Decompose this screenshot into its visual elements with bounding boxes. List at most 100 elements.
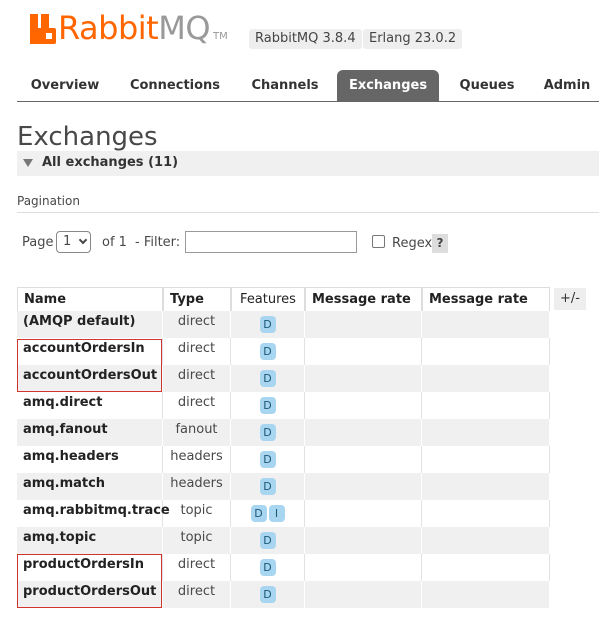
page-label: Page	[22, 235, 54, 250]
exchange-type: direct	[163, 338, 231, 365]
tab-exchanges[interactable]: Exchanges	[337, 70, 439, 102]
rate-out-cell	[422, 446, 550, 473]
rate-in-cell	[305, 392, 422, 419]
page-select[interactable]: 1	[56, 231, 91, 253]
exchange-features: D	[231, 311, 305, 338]
exchange-type: direct	[163, 581, 231, 608]
exchange-name-link[interactable]: amq.topic	[17, 527, 163, 554]
exchange-type: fanout	[163, 419, 231, 446]
rate-in-cell	[305, 311, 422, 338]
exchange-type: direct	[163, 392, 231, 419]
table-row[interactable]: amq.direct direct D	[17, 392, 550, 419]
rate-out-cell	[422, 581, 550, 608]
trademark-mark: TM	[213, 31, 228, 42]
regex-checkbox[interactable]	[372, 235, 385, 248]
highlight-box-product-orders	[17, 554, 162, 608]
durable-feature-badge: D	[259, 451, 276, 468]
all-exchanges-section-toggle[interactable]: All exchanges (11)	[17, 151, 599, 176]
durable-feature-badge: D	[259, 532, 276, 549]
rate-in-cell	[305, 527, 422, 554]
table-row[interactable]: amq.fanout fanout D	[17, 419, 550, 446]
durable-feature-badge: D	[259, 370, 276, 387]
exchange-features: D	[231, 338, 305, 365]
tab-overview[interactable]: Overview	[17, 70, 113, 102]
column-header-name[interactable]: Name	[17, 287, 163, 311]
tab-connections[interactable]: Connections	[117, 70, 233, 102]
exchange-features: D	[231, 446, 305, 473]
rate-in-cell	[305, 419, 422, 446]
header: RabbitMQ TM RabbitMQ 3.8.4 Erlang 23.0.2	[0, 0, 599, 60]
rate-in-cell	[305, 473, 422, 500]
exchange-name-link[interactable]: (AMQP default)	[17, 311, 163, 338]
durable-feature-badge: D	[259, 343, 276, 360]
durable-feature-badge: D	[259, 586, 276, 603]
exchange-features: D	[231, 581, 305, 608]
exchange-features: D	[231, 473, 305, 500]
exchange-type: topic	[163, 527, 231, 554]
exchange-name-link[interactable]: amq.direct	[17, 392, 163, 419]
exchange-type: topic	[163, 500, 231, 527]
column-header-type[interactable]: Type	[163, 287, 231, 311]
rate-in-cell	[305, 446, 422, 473]
column-header-rate-out: Message rate out	[422, 287, 550, 331]
rabbit-logo-icon	[30, 14, 56, 44]
column-header-rate-in: Message rate in	[305, 287, 422, 331]
exchange-name-link[interactable]: amq.match	[17, 473, 163, 500]
exchange-type: headers	[163, 446, 231, 473]
page-select-value: 1	[63, 234, 72, 249]
rate-out-cell	[422, 527, 550, 554]
rate-out-cell	[422, 419, 550, 446]
exchange-type: direct	[163, 365, 231, 392]
exchange-name-link[interactable]: amq.headers	[17, 446, 163, 473]
rate-in-cell	[305, 554, 422, 581]
rate-in-cell	[305, 500, 422, 527]
rate-in-cell	[305, 338, 422, 365]
durable-feature-badge: D	[250, 505, 267, 522]
rate-out-cell	[422, 473, 550, 500]
table-row[interactable]: amq.topic topic D	[17, 527, 550, 554]
page-count-label: of 1	[102, 235, 127, 250]
filter-input[interactable]	[185, 231, 357, 253]
rate-in-cell	[305, 365, 422, 392]
durable-feature-badge: D	[259, 397, 276, 414]
exchange-features: D	[231, 419, 305, 446]
logo-wordmark: RabbitMQ	[58, 9, 210, 47]
filter-label: - Filter:	[135, 235, 181, 250]
table-header: Name Type Features Message rate in Messa…	[17, 287, 550, 331]
highlight-box-account-orders	[17, 339, 162, 392]
rate-in-cell	[305, 581, 422, 608]
table-row[interactable]: amq.match headers D	[17, 473, 550, 500]
table-row[interactable]: (AMQP default) direct D	[17, 311, 550, 338]
tab-channels[interactable]: Channels	[237, 70, 333, 102]
column-toggle-button[interactable]: +/-	[554, 288, 586, 310]
table-row[interactable]: amq.rabbitmq.trace topic DI	[17, 500, 550, 527]
rate-out-cell	[422, 392, 550, 419]
exchange-type: headers	[163, 473, 231, 500]
rabbitmq-version-badge: RabbitMQ 3.8.4	[249, 29, 362, 49]
rate-out-cell	[422, 365, 550, 392]
column-header-features: Features	[231, 287, 305, 311]
durable-feature-badge: D	[259, 559, 276, 576]
page-title: Exchanges	[17, 122, 158, 152]
durable-feature-badge: D	[259, 424, 276, 441]
rate-out-cell	[422, 311, 550, 338]
table-row[interactable]: amq.headers headers D	[17, 446, 550, 473]
exchange-name-link[interactable]: amq.fanout	[17, 419, 163, 446]
regex-help-button[interactable]: ?	[432, 234, 448, 253]
durable-feature-badge: D	[259, 316, 276, 333]
collapse-triangle-icon	[23, 159, 33, 167]
rate-out-cell	[422, 338, 550, 365]
erlang-version-badge: Erlang 23.0.2	[363, 29, 463, 49]
pagination-divider	[17, 212, 599, 213]
rate-out-cell	[422, 554, 550, 581]
exchange-features: D	[231, 527, 305, 554]
exchange-type: direct	[163, 554, 231, 581]
tab-admin[interactable]: Admin	[535, 70, 599, 102]
exchange-name-link[interactable]: amq.rabbitmq.trace	[17, 500, 170, 527]
chevron-down-icon	[78, 235, 88, 245]
exchange-features: D	[231, 392, 305, 419]
rabbitmq-logo[interactable]: RabbitMQ TM	[30, 12, 228, 44]
exchange-features: DI	[231, 500, 305, 527]
tab-queues[interactable]: Queues	[443, 70, 531, 102]
regex-label: Regex	[392, 236, 433, 251]
